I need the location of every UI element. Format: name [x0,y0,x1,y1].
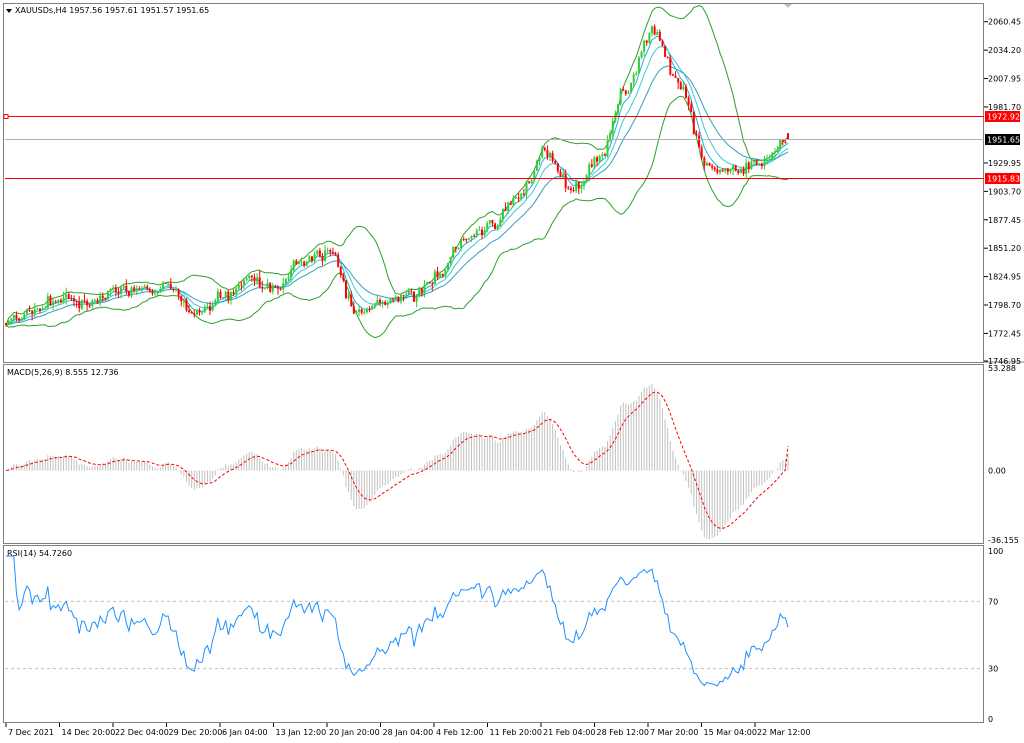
time-tick-label: 29 Dec 20:00 [169,728,223,737]
rsi-tick-label: 100 [988,547,1003,556]
candle [345,280,347,299]
level-lower-label: 1915.83 [987,175,1020,184]
candle [734,164,737,172]
price-tick-label: 1929.95 [988,159,1021,168]
price-tick-label: 1981.70 [988,103,1021,112]
candle [80,299,83,310]
time-tick-label: 20 Jan 20:00 [329,728,380,737]
time-tick-label: 11 Feb 20:00 [490,728,542,737]
candle [779,138,782,151]
candle [692,110,695,135]
time-tick-label: 13 Jan 12:00 [276,728,327,737]
candle [389,297,392,304]
rsi-tick-label: 30 [988,665,998,674]
candle [637,56,640,75]
time-tick-label: 7 Dec 2021 [8,728,54,737]
time-tick-label: 21 Feb 04:00 [543,728,595,737]
price-tick-label: 1851.20 [988,244,1021,253]
candle [7,320,10,326]
time-tick-label: 22 Mar 12:00 [757,728,810,737]
price-tick-label: 1798.70 [988,301,1021,310]
candle [185,297,188,312]
candle [648,32,651,44]
time-tick-label: 4 Feb 12:00 [436,728,483,737]
price-tick-label: 2034.20 [988,46,1021,55]
macd-label: MACD(5,26,9) 8.555 12.736 [7,368,119,377]
time-tick-label: 22 Dec 04:00 [115,728,169,737]
time-tick-label: 6 Jan 04:00 [222,728,268,737]
rsi-label: RSI(14) 54.7260 [7,549,72,558]
candle [664,45,667,58]
time-tick-label: 14 Dec 20:00 [62,728,116,737]
candle [195,310,198,316]
candle [630,82,633,93]
candle [619,87,622,106]
trading-chart[interactable]: XAUUSDs,H4 1957.56 1957.61 1951.57 1951.… [0,0,1024,743]
candle [787,133,789,140]
candle [413,291,415,303]
price-tick-label: 1772.45 [988,329,1021,338]
level-upper-label: 1972.92 [987,113,1020,122]
rsi-tick-label: 0 [988,715,993,724]
price-tick-label: 1877.45 [988,216,1021,225]
chart-background [0,0,1024,743]
time-tick-label: 7 Mar 20:00 [650,728,698,737]
price-tick-label: 2060.45 [988,18,1021,27]
candle [269,281,272,293]
candle [297,261,300,265]
symbol-info: XAUUSDs,H4 1957.56 1957.61 1951.57 1951.… [15,6,209,15]
candle [669,55,672,76]
candle [494,222,497,230]
price-tick-label: 2007.95 [988,75,1021,84]
price-tick-label: 1903.70 [988,187,1021,196]
time-tick-label: 15 Mar 04:00 [704,728,757,737]
candle [164,282,167,284]
current-price-label: 1951.65 [987,136,1020,145]
time-tick-label: 28 Feb 12:00 [597,728,649,737]
price-tick-label: 1824.95 [988,273,1021,282]
macd-tick-label: 0.00 [988,466,1006,475]
macd-tick-label: 53.288 [988,364,1016,373]
candle [535,159,538,172]
time-tick-label: 28 Jan 04:00 [383,728,434,737]
rsi-tick-label: 70 [988,597,998,606]
macd-tick-label: -36.155 [988,536,1019,545]
candle [49,294,52,307]
